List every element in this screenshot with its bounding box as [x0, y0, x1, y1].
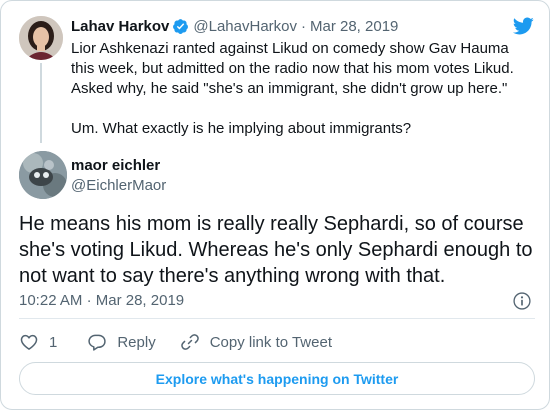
parent-tweet-date[interactable]: Mar 28, 2019	[310, 18, 398, 35]
like-count: 1	[49, 333, 58, 351]
parent-tweet-paragraph: Um. What exactly is he implying about im…	[71, 120, 412, 137]
timestamp-separator: ·	[86, 292, 92, 309]
copy-link-label: Copy link to Tweet	[209, 333, 332, 351]
avatar-maor-eichler[interactable]	[19, 151, 67, 199]
tweet-embed-card: Lahav Harkov @LahavHarkov · Mar 28, 2019…	[0, 0, 550, 410]
link-icon	[180, 334, 199, 350]
avatar-lahav-harkov[interactable]	[19, 16, 63, 60]
tweet-date: Mar 28, 2019	[95, 292, 185, 309]
thread-connector-line	[40, 63, 42, 143]
reply-label: Reply	[117, 333, 156, 351]
copy-link-button[interactable]: Copy link to Tweet	[180, 332, 332, 352]
parent-tweet-paragraph: Lior Ashkenazi ranted against Likud on c…	[71, 40, 514, 97]
main-author-handle[interactable]: @EichlerMaor	[71, 177, 166, 194]
main-author-name[interactable]: maor eichler	[71, 157, 160, 174]
tweet-actions-bar: 1 Reply Copy link to Tweet	[19, 331, 332, 353]
tweet-timestamp[interactable]: 10:22 AM · Mar 28, 2019	[19, 292, 184, 309]
like-button[interactable]: 1	[19, 332, 57, 352]
twitter-bird-icon[interactable]	[511, 15, 535, 37]
reply-icon	[88, 334, 107, 351]
main-tweet-text: He means his mom is really really Sephar…	[19, 213, 533, 287]
header-separator: ·	[301, 17, 306, 35]
parent-author-handle[interactable]: @LahavHarkov	[193, 18, 297, 35]
actions-divider	[19, 318, 535, 319]
parent-author-name[interactable]: Lahav Harkov	[71, 18, 169, 35]
parent-tweet-text: Lior Ashkenazi ranted against Likud on c…	[71, 39, 531, 139]
info-icon[interactable]	[512, 291, 532, 311]
tweet-time: 10:22 AM	[19, 292, 83, 309]
verified-badge-icon	[173, 18, 189, 34]
heart-icon	[20, 334, 38, 350]
explore-twitter-button[interactable]: Explore what's happening on Twitter	[19, 362, 535, 395]
parent-tweet-header: Lahav Harkov @LahavHarkov · Mar 28, 2019	[71, 15, 398, 37]
reply-button[interactable]: Reply	[87, 332, 156, 352]
